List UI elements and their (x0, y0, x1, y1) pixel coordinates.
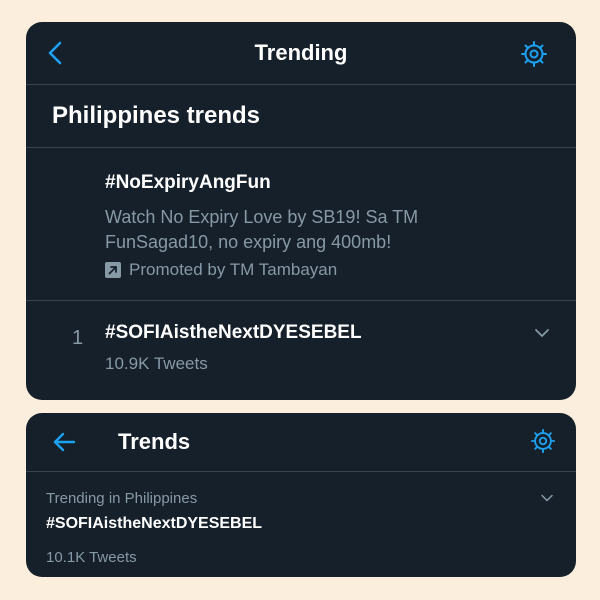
promoted-description: Watch No Expiry Love by SB19! Sa TM FunS… (105, 207, 419, 252)
promoted-by: Promoted by TM Tambayan (105, 259, 337, 281)
page-title: Trends (118, 429, 191, 454)
arrow-left-icon[interactable] (52, 431, 76, 453)
trend-tweet-count: 10.1K Tweets (46, 549, 137, 566)
trending-screen: Trending Philippines trends #NoExpiryAng… (26, 22, 576, 400)
trend-tweet-count: 10.9K Tweets (105, 354, 208, 373)
divider (26, 300, 576, 301)
trend-context: Trending in Philippines (46, 490, 198, 507)
promoted-arrow-icon (105, 262, 121, 278)
chevron-down-icon[interactable] (540, 493, 554, 503)
page-title: Trending (254, 40, 348, 65)
gear-icon[interactable] (520, 40, 548, 68)
promoted-hashtag[interactable]: #NoExpiryAngFun (105, 172, 271, 194)
trend-rank: 1 (72, 327, 84, 349)
header-bar: Trends (26, 413, 576, 472)
trend-name[interactable]: #SOFIAistheNextDYESEBEL (105, 322, 362, 344)
trend-name[interactable]: #SOFIAistheNextDYESEBEL (46, 515, 262, 533)
header-bar: Trending (26, 22, 576, 85)
promoted-label: Promoted by TM Tambayan (129, 260, 338, 279)
gear-icon[interactable] (530, 428, 556, 454)
trends-screen: Trends Trending in Philippines #SOFIAist… (26, 413, 576, 577)
divider (26, 147, 576, 148)
section-title: Philippines trends (52, 102, 261, 129)
chevron-down-icon[interactable] (534, 327, 550, 339)
